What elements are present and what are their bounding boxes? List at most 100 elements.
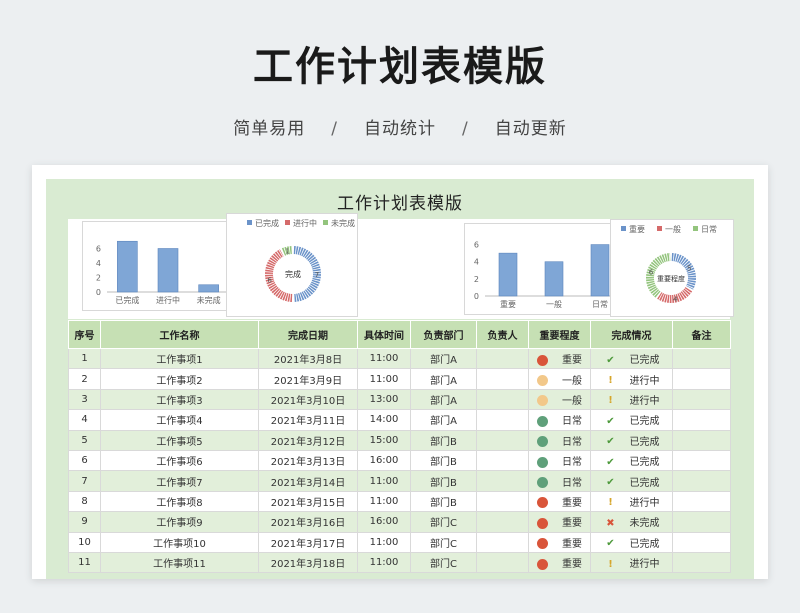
time-cell[interactable]: 14:00 xyxy=(357,409,411,431)
status-cell[interactable]: ✔ 已完成 xyxy=(590,531,673,553)
status-cell[interactable]: ! 进行中 xyxy=(590,368,673,390)
table-row[interactable]: 5 工作事项5 2021年3月12日 15:00 部门B 日常 ✔ 已完成 xyxy=(68,429,731,451)
notes-cell[interactable] xyxy=(672,347,731,370)
due-date-cell[interactable]: 2021年3月13日 xyxy=(258,449,358,472)
time-cell[interactable]: 11:00 xyxy=(357,551,411,574)
status-cell[interactable]: ✔ 已完成 xyxy=(590,347,673,370)
notes-cell[interactable] xyxy=(672,409,731,431)
priority-donut-chart[interactable]: 重要 一般 日常 5 4 6 重要程度 xyxy=(610,219,734,317)
owner-cell[interactable] xyxy=(476,388,529,411)
table-row[interactable]: 3 工作事项3 2021年3月10日 13:00 部门A 一般! 进行中 xyxy=(68,388,731,411)
due-date-cell[interactable]: 2021年3月12日 xyxy=(258,429,358,451)
notes-cell[interactable] xyxy=(672,368,731,390)
owner-cell[interactable] xyxy=(476,490,529,513)
row-number-cell[interactable]: 9 xyxy=(68,511,101,533)
col-header[interactable]: 备注 xyxy=(672,320,731,349)
row-number-cell[interactable]: 2 xyxy=(68,368,101,390)
priority-cell[interactable]: 日常 xyxy=(528,409,591,431)
priority-cell[interactable]: 重要 xyxy=(528,551,591,574)
due-date-cell[interactable]: 2021年3月15日 xyxy=(258,490,358,513)
col-header[interactable]: 完成日期 xyxy=(258,320,358,349)
priority-cell[interactable]: 一般 xyxy=(528,388,591,411)
priority-cell[interactable]: 日常 xyxy=(528,449,591,472)
col-header[interactable]: 具体时间 xyxy=(357,320,411,349)
status-cell[interactable]: ! 进行中 xyxy=(590,490,673,513)
task-name-cell[interactable]: 工作事项9 xyxy=(100,511,259,533)
owner-cell[interactable] xyxy=(476,449,529,472)
row-number-cell[interactable]: 10 xyxy=(68,531,101,553)
owner-cell[interactable] xyxy=(476,531,529,553)
priority-cell[interactable]: 重要 xyxy=(528,511,591,533)
table-row[interactable]: 10 工作事项10 2021年3月17日 11:00 部门C 重要 ✔ 已完成 xyxy=(68,531,731,553)
col-header[interactable]: 负责部门 xyxy=(410,320,477,349)
status-cell[interactable]: ✔ 已完成 xyxy=(590,409,673,431)
table-row[interactable]: 7 工作事项7 2021年3月14日 11:00 部门B 日常 ✔ 已完成 xyxy=(68,470,731,492)
table-row[interactable]: 11 工作事项11 2021年3月18日 11:00 部门C 重要! 进行中 xyxy=(68,551,731,574)
department-cell[interactable]: 部门B xyxy=(410,429,477,451)
notes-cell[interactable] xyxy=(672,531,731,553)
time-cell[interactable]: 16:00 xyxy=(357,449,411,472)
task-name-cell[interactable]: 工作事项2 xyxy=(100,368,259,390)
department-cell[interactable]: 部门B xyxy=(410,449,477,472)
department-cell[interactable]: 部门A xyxy=(410,347,477,370)
owner-cell[interactable] xyxy=(476,429,529,451)
time-cell[interactable]: 15:00 xyxy=(357,429,411,451)
priority-cell[interactable]: 日常 xyxy=(528,470,591,492)
task-name-cell[interactable]: 工作事项1 xyxy=(100,347,259,370)
department-cell[interactable]: 部门B xyxy=(410,470,477,492)
table-row[interactable]: 9 工作事项9 2021年3月16日 16:00 部门C 重要 ✖ 未完成 xyxy=(68,511,731,533)
due-date-cell[interactable]: 2021年3月17日 xyxy=(258,531,358,553)
department-cell[interactable]: 部门A xyxy=(410,409,477,431)
due-date-cell[interactable]: 2021年3月11日 xyxy=(258,409,358,431)
time-cell[interactable]: 11:00 xyxy=(357,490,411,513)
notes-cell[interactable] xyxy=(672,470,731,492)
task-name-cell[interactable]: 工作事项3 xyxy=(100,388,259,411)
table-row[interactable]: 2 工作事项2 2021年3月9日 11:00 部门A 一般! 进行中 xyxy=(68,368,731,390)
time-cell[interactable]: 16:00 xyxy=(357,511,411,533)
notes-cell[interactable] xyxy=(672,429,731,451)
notes-cell[interactable] xyxy=(672,490,731,513)
due-date-cell[interactable]: 2021年3月14日 xyxy=(258,470,358,492)
priority-cell[interactable]: 重要 xyxy=(528,531,591,553)
row-number-cell[interactable]: 5 xyxy=(68,429,101,451)
table-row[interactable]: 8 工作事项8 2021年3月15日 11:00 部门B 重要! 进行中 xyxy=(68,490,731,513)
completion-donut-chart[interactable]: 已完成 进行中 未完成 7 6 1 完成 xyxy=(226,213,358,317)
row-number-cell[interactable]: 7 xyxy=(68,470,101,492)
priority-cell[interactable]: 重要 xyxy=(528,347,591,370)
owner-cell[interactable] xyxy=(476,511,529,533)
department-cell[interactable]: 部门B xyxy=(410,490,477,513)
row-number-cell[interactable]: 1 xyxy=(68,347,101,370)
status-cell[interactable]: ✔ 已完成 xyxy=(590,429,673,451)
department-cell[interactable]: 部门C xyxy=(410,511,477,533)
table-row[interactable]: 6 工作事项6 2021年3月13日 16:00 部门B 日常 ✔ 已完成 xyxy=(68,449,731,472)
row-number-cell[interactable]: 4 xyxy=(68,409,101,431)
col-header[interactable]: 完成情况 xyxy=(590,320,673,349)
time-cell[interactable]: 11:00 xyxy=(357,470,411,492)
col-header[interactable]: 重要程度 xyxy=(528,320,591,349)
table-row[interactable]: 1 工作事项1 2021年3月8日 11:00 部门A 重要 ✔ 已完成 xyxy=(68,347,731,370)
task-name-cell[interactable]: 工作事项5 xyxy=(100,429,259,451)
priority-cell[interactable]: 日常 xyxy=(528,429,591,451)
notes-cell[interactable] xyxy=(672,511,731,533)
table-row[interactable]: 4 工作事项4 2021年3月11日 14:00 部门A 日常 ✔ 已完成 xyxy=(68,409,731,431)
col-header[interactable]: 序号 xyxy=(68,320,101,349)
row-number-cell[interactable]: 3 xyxy=(68,388,101,411)
row-number-cell[interactable]: 6 xyxy=(68,449,101,472)
owner-cell[interactable] xyxy=(476,551,529,574)
priority-cell[interactable]: 重要 xyxy=(528,490,591,513)
time-cell[interactable]: 11:00 xyxy=(357,368,411,390)
owner-cell[interactable] xyxy=(476,409,529,431)
task-name-cell[interactable]: 工作事项11 xyxy=(100,551,259,574)
task-name-cell[interactable]: 工作事项10 xyxy=(100,531,259,553)
priority-cell[interactable]: 一般 xyxy=(528,368,591,390)
task-name-cell[interactable]: 工作事项8 xyxy=(100,490,259,513)
status-cell[interactable]: ✔ 已完成 xyxy=(590,449,673,472)
notes-cell[interactable] xyxy=(672,449,731,472)
notes-cell[interactable] xyxy=(672,388,731,411)
due-date-cell[interactable]: 2021年3月10日 xyxy=(258,388,358,411)
department-cell[interactable]: 部门A xyxy=(410,388,477,411)
department-cell[interactable]: 部门A xyxy=(410,368,477,390)
task-name-cell[interactable]: 工作事项4 xyxy=(100,409,259,431)
department-cell[interactable]: 部门C xyxy=(410,531,477,553)
status-cell[interactable]: ! 进行中 xyxy=(590,551,673,574)
